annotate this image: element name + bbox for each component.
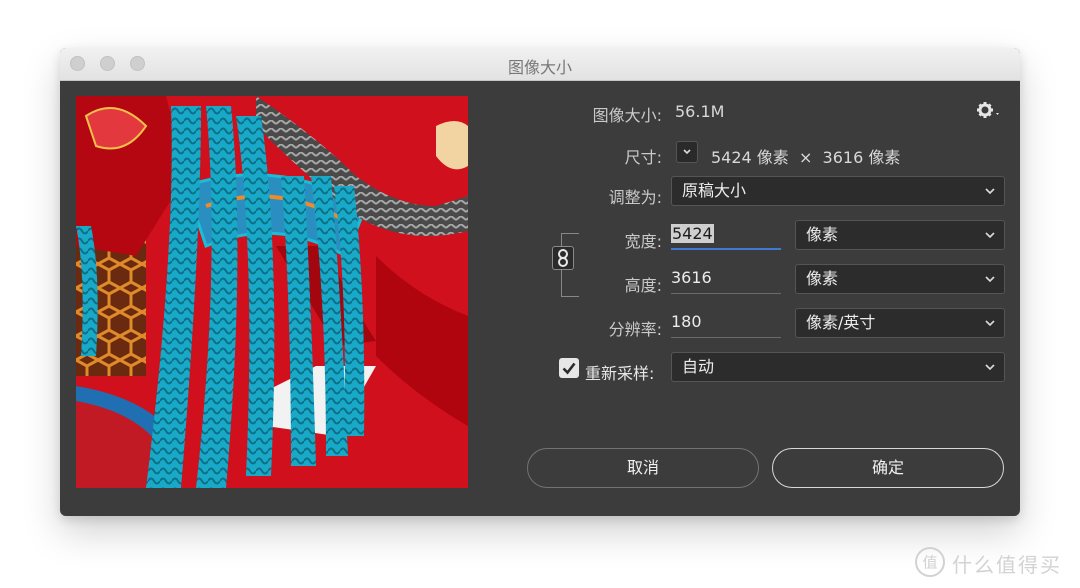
title-bar: 图像大小: [60, 48, 1020, 81]
resolution-label: 分辨率:: [608, 320, 662, 339]
image-preview[interactable]: [76, 96, 468, 488]
cancel-button[interactable]: 取消: [527, 448, 759, 488]
chevron-down-icon: [985, 320, 995, 327]
window-title: 图像大小: [507, 58, 572, 77]
image-size-label: 图像大小:: [592, 106, 662, 125]
image-size-value: 56.1M: [675, 102, 725, 121]
chevron-down-icon: [985, 188, 995, 195]
chevron-down-icon: [985, 364, 995, 371]
dimensions-value: 5424 像素 × 3616 像素: [711, 148, 901, 167]
resolution-value: 180: [671, 312, 702, 331]
height-unit-dropdown[interactable]: 像素: [795, 264, 1005, 294]
dimensions-label: 尺寸:: [624, 148, 662, 167]
chevron-down-icon: [985, 276, 995, 283]
resample-method-dropdown[interactable]: 自动: [671, 352, 1005, 382]
fit-to-dropdown[interactable]: 原稿大小: [671, 176, 1005, 206]
resample-checkbox[interactable]: [559, 358, 579, 378]
width-input[interactable]: 5424: [671, 220, 781, 250]
chevron-down-icon: [683, 149, 691, 155]
height-label: 高度:: [624, 276, 662, 295]
watermark-text: 什么值得买: [952, 553, 1062, 577]
height-unit-value: 像素: [806, 269, 839, 288]
height-input[interactable]: 3616: [671, 264, 781, 294]
checkmark-icon: [562, 362, 576, 375]
width-unit-dropdown[interactable]: 像素: [795, 220, 1005, 250]
width-value: 5424: [671, 224, 714, 243]
ok-button[interactable]: 确定: [772, 448, 1004, 488]
height-value: 3616: [671, 268, 712, 287]
resample-label: 重新采样:: [585, 364, 655, 383]
watermark-logo-icon: 值: [915, 547, 945, 577]
width-label: 宽度:: [624, 232, 662, 251]
preview-photo: [76, 96, 468, 488]
width-unit-value: 像素: [806, 225, 839, 244]
resolution-unit-dropdown[interactable]: 像素/英寸: [795, 308, 1005, 338]
fit-to-value: 原稿大小: [682, 181, 747, 200]
watermark-logo-text: 值: [922, 554, 937, 572]
watermark: 值 什么值得买: [914, 544, 1074, 580]
fit-to-label: 调整为:: [608, 188, 662, 207]
chevron-down-icon: [985, 232, 995, 239]
image-size-dialog: 图像大小 图像大小: 56.1M 尺寸: 5424 像素 × 3616 像素 调…: [60, 48, 1020, 516]
resolution-unit-value: 像素/英寸: [806, 313, 876, 332]
dimensions-units-button[interactable]: [676, 141, 698, 163]
resolution-input[interactable]: 180: [671, 308, 781, 338]
resample-method-value: 自动: [682, 357, 715, 376]
gear-icon[interactable]: [976, 100, 1002, 122]
